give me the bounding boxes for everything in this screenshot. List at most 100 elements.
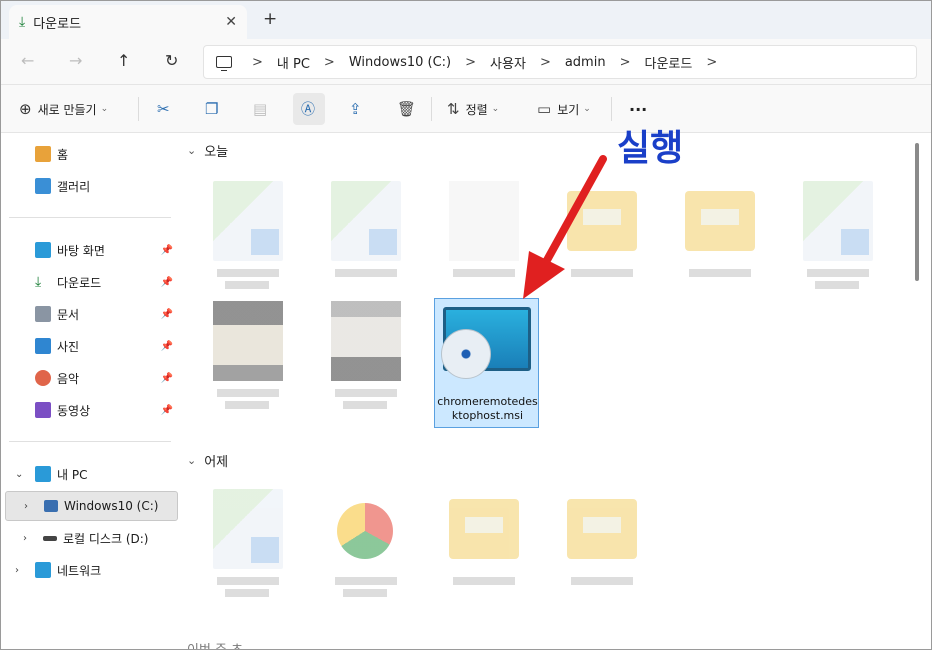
- file-item[interactable]: [317, 173, 413, 289]
- document-icon: [35, 306, 51, 322]
- file-label: [225, 281, 269, 289]
- group-header-yesterday[interactable]: ⌄ 어제: [187, 451, 228, 470]
- plus-circle-icon: ⊕: [19, 100, 32, 118]
- close-tab-icon[interactable]: ✕: [225, 14, 237, 30]
- breadcrumb-sep: >: [465, 54, 477, 70]
- folder-item[interactable]: [671, 173, 767, 289]
- file-item[interactable]: [317, 293, 413, 409]
- sidebar-item-documents[interactable]: 문서 📌: [1, 299, 181, 329]
- breadcrumb-sep: >: [252, 54, 263, 70]
- file-label: [335, 577, 397, 585]
- share-icon: ⇪: [349, 100, 362, 118]
- file-item[interactable]: [199, 173, 295, 289]
- file-item[interactable]: [199, 481, 295, 597]
- file-item[interactable]: [789, 173, 885, 289]
- sidebar-item-downloads[interactable]: ⤓ 다운로드 📌: [1, 267, 181, 297]
- file-item[interactable]: [199, 293, 295, 409]
- chrome-icon: [337, 503, 393, 559]
- group-header-today[interactable]: ⌄ 오늘: [187, 141, 228, 160]
- sidebar-item-pictures[interactable]: 사진 📌: [1, 331, 181, 361]
- sort-icon: ⇅: [447, 100, 460, 118]
- sidebar-item-desktop[interactable]: 바탕 화면 📌: [1, 235, 181, 265]
- sidebar-item-network[interactable]: › 네트워크: [1, 555, 181, 585]
- address-row: ← → ↑ ↻ > 내 PC > Windows10 (C:) > 사용자 > …: [1, 39, 931, 85]
- pin-icon[interactable]: 📌: [161, 245, 173, 256]
- breadcrumb-downloads[interactable]: 다운로드: [644, 53, 692, 72]
- new-label: 새로 만들기: [37, 102, 97, 117]
- sidebar-item-label: 다운로드: [57, 275, 102, 290]
- sidebar-item-drive-d[interactable]: › 로컬 디스크 (D:): [1, 523, 181, 553]
- file-label: [225, 589, 269, 597]
- home-icon: [35, 146, 51, 162]
- sidebar-item-drive-c[interactable]: › Windows10 (C:): [5, 491, 178, 521]
- refresh-button[interactable]: ↻: [165, 51, 178, 70]
- sidebar-item-gallery[interactable]: 갤러리: [1, 171, 181, 201]
- video-icon: [35, 402, 51, 418]
- divider: [9, 441, 171, 442]
- scissors-icon: ✂: [157, 100, 170, 118]
- new-tab-button[interactable]: +: [263, 9, 277, 29]
- file-label: [807, 269, 869, 277]
- forward-button[interactable]: →: [69, 51, 82, 70]
- paste-button[interactable]: ▤: [253, 95, 267, 123]
- file-thumbnail: [803, 181, 873, 261]
- breadcrumb-sep: >: [539, 54, 551, 70]
- chevron-down-icon: ⌄: [100, 104, 109, 114]
- pin-icon[interactable]: 📌: [161, 309, 173, 320]
- chevron-down-icon: ⌄: [187, 454, 197, 467]
- breadcrumb-admin[interactable]: admin: [565, 55, 606, 70]
- sort-button[interactable]: ⇅ 정렬 ⌄: [447, 95, 499, 123]
- chevron-down-icon[interactable]: ⌄: [15, 469, 23, 480]
- download-icon: ⤓: [35, 274, 42, 290]
- pin-icon[interactable]: 📌: [161, 405, 173, 416]
- up-button[interactable]: ↑: [117, 51, 130, 70]
- clipboard-icon: ▤: [253, 100, 268, 118]
- breadcrumb-pc[interactable]: 내 PC: [277, 53, 310, 72]
- network-icon: [35, 562, 51, 578]
- sidebar-item-videos[interactable]: 동영상 📌: [1, 395, 181, 425]
- file-label: [815, 281, 859, 289]
- file-thumbnail: [213, 301, 283, 381]
- chevron-right-icon[interactable]: ›: [24, 501, 28, 512]
- selected-file-item[interactable]: chromeremotedesktophost.msi: [434, 298, 539, 428]
- view-button[interactable]: ▭ 보기 ⌄: [537, 95, 591, 123]
- annotation-label: 실행: [617, 128, 684, 169]
- chevron-right-icon[interactable]: ›: [15, 565, 19, 576]
- download-icon: ⤓: [19, 14, 26, 30]
- chevron-down-icon: ⌄: [491, 104, 500, 114]
- vertical-scrollbar[interactable]: [915, 143, 919, 281]
- sidebar-item-this-pc[interactable]: ⌄ 내 PC: [1, 459, 181, 489]
- tab-downloads[interactable]: ⤓ 다운로드 ✕: [9, 5, 247, 39]
- sidebar-item-label: 문서: [57, 307, 80, 322]
- sidebar-item-music[interactable]: 음악 📌: [1, 363, 181, 393]
- copy-button[interactable]: ❐: [205, 95, 218, 123]
- sidebar-item-label: 바탕 화면: [57, 243, 105, 258]
- share-button[interactable]: ⇪: [349, 95, 362, 123]
- file-label: [571, 577, 633, 585]
- pin-icon[interactable]: 📌: [161, 341, 173, 352]
- folder-item[interactable]: [435, 481, 531, 597]
- file-label: [343, 589, 387, 597]
- pin-icon[interactable]: 📌: [161, 373, 173, 384]
- cut-button[interactable]: ✂: [157, 95, 170, 123]
- pin-icon[interactable]: 📌: [161, 277, 173, 288]
- music-icon: [35, 370, 51, 386]
- back-button[interactable]: ←: [21, 51, 34, 70]
- sort-label: 정렬: [465, 102, 488, 117]
- new-button[interactable]: ⊕ 새로 만들기 ⌄: [19, 95, 108, 123]
- sidebar-item-label: 동영상: [57, 403, 91, 418]
- address-bar[interactable]: > 내 PC > Windows10 (C:) > 사용자 > admin > …: [203, 45, 917, 79]
- chevron-right-icon[interactable]: ›: [23, 533, 27, 544]
- sidebar-item-label: 내 PC: [57, 467, 88, 482]
- folder-item[interactable]: [553, 481, 649, 597]
- delete-button[interactable]: 🗑: [397, 95, 416, 123]
- breadcrumb-drive[interactable]: Windows10 (C:): [349, 55, 451, 70]
- breadcrumb-users[interactable]: 사용자: [490, 53, 526, 72]
- rename-button[interactable]: Ⓐ: [293, 93, 325, 125]
- file-label: [225, 401, 269, 409]
- file-label: [343, 401, 387, 409]
- file-thumbnail: [331, 181, 401, 261]
- sidebar-item-home[interactable]: 홈: [1, 139, 181, 169]
- group-header-earlier[interactable]: 이번 주 초: [187, 639, 243, 649]
- file-item[interactable]: [317, 481, 413, 597]
